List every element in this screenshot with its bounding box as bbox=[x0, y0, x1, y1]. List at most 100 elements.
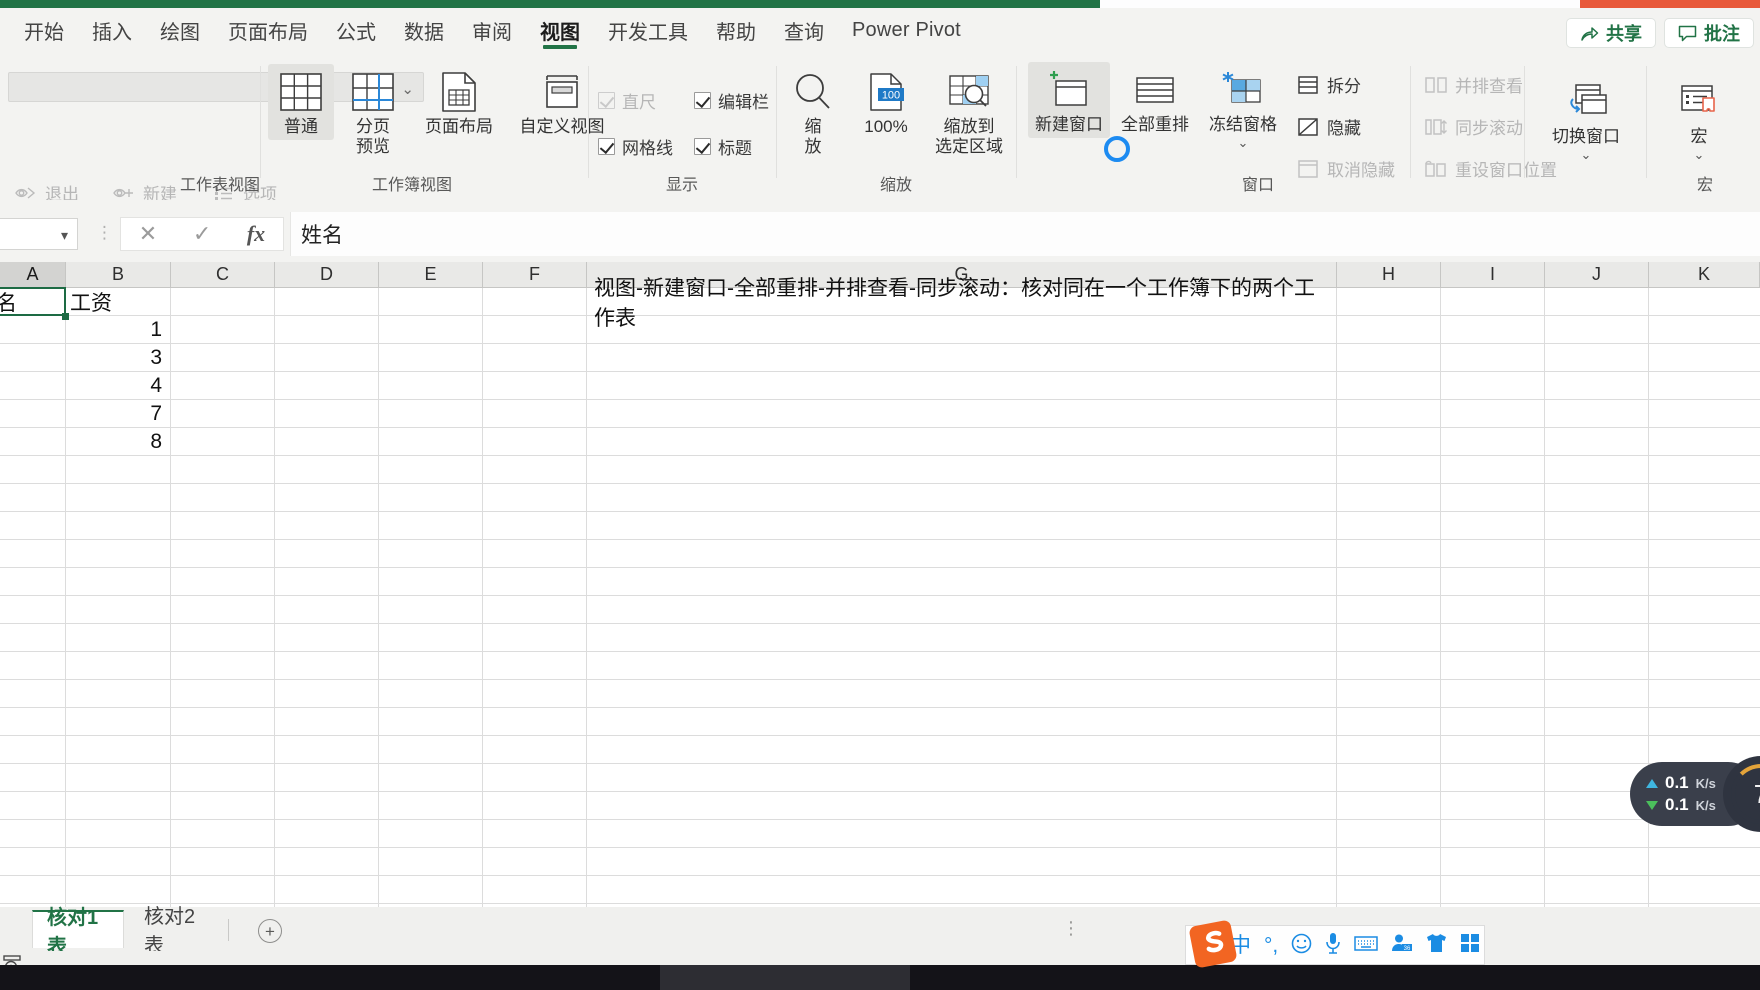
new-window-button[interactable]: 新建窗口 bbox=[1028, 62, 1110, 138]
freeze-panes-label: 冻结窗格 bbox=[1209, 115, 1277, 134]
user-icon[interactable]: 36 bbox=[1391, 933, 1413, 957]
column-header-h[interactable]: H bbox=[1337, 262, 1441, 288]
zoom-to-selection-icon bbox=[946, 69, 992, 115]
cell-b4[interactable]: 4 bbox=[66, 372, 170, 400]
fill-handle[interactable] bbox=[62, 313, 69, 320]
split-icon bbox=[1296, 73, 1320, 97]
cell-g1[interactable]: 视图-新建窗口-全部重排-并排查看-同步滚动：核对同在一个工作簿下的两个工作表 bbox=[590, 277, 1338, 330]
hide-command[interactable]: 隐藏 bbox=[1296, 114, 1361, 139]
cell-b6[interactable]: 8 bbox=[66, 428, 170, 456]
page-break-preview-button[interactable]: 分页 预览 bbox=[342, 64, 404, 159]
confirm-icon[interactable]: ✓ bbox=[193, 221, 211, 247]
column-header-j[interactable]: J bbox=[1545, 262, 1649, 288]
share-button[interactable]: 共享 bbox=[1566, 18, 1656, 48]
name-box[interactable]: ▾ bbox=[0, 218, 78, 250]
tab-data[interactable]: 数据 bbox=[390, 8, 458, 52]
share-icon bbox=[1580, 25, 1599, 42]
headings-checkbox-row[interactable]: 标题 bbox=[694, 134, 752, 159]
add-sheet-button[interactable]: + bbox=[258, 919, 282, 943]
switch-windows-button[interactable]: 切换窗口 ⌄ bbox=[1538, 74, 1634, 164]
zoom-to-selection-button[interactable]: 缩放到 选定区域 bbox=[928, 64, 1010, 159]
formula-bar-checkbox[interactable] bbox=[694, 92, 711, 109]
split-handle[interactable]: ⋮ bbox=[1062, 919, 1080, 936]
sogou-logo-icon[interactable] bbox=[1186, 917, 1240, 971]
toolbox-icon[interactable] bbox=[1460, 933, 1480, 957]
active-cell-selection bbox=[0, 287, 66, 316]
punctuation-icon[interactable]: °, bbox=[1264, 935, 1278, 956]
formula-bar-checkbox-row[interactable]: 编辑栏 bbox=[694, 88, 769, 113]
column-header-a[interactable]: A bbox=[0, 262, 66, 288]
arrange-all-button[interactable]: 全部重排 bbox=[1114, 62, 1196, 138]
chevron-down-icon[interactable]: ⌄ bbox=[1581, 148, 1592, 161]
tab-help[interactable]: 帮助 bbox=[702, 8, 770, 52]
tab-nav-corner[interactable] bbox=[0, 907, 28, 951]
tab-view[interactable]: 视图 bbox=[526, 8, 594, 52]
tab-review[interactable]: 审阅 bbox=[458, 8, 526, 52]
voice-input-icon[interactable] bbox=[1325, 932, 1341, 958]
tab-insert[interactable]: 插入 bbox=[78, 8, 146, 52]
split-command[interactable]: 拆分 bbox=[1296, 72, 1361, 97]
cell-b2[interactable]: 1 bbox=[66, 316, 170, 344]
column-header-e[interactable]: E bbox=[379, 262, 483, 288]
sheet-tab-1[interactable]: 核对1表 bbox=[32, 907, 124, 958]
switch-windows-icon bbox=[1563, 79, 1609, 125]
tab-developer[interactable]: 开发工具 bbox=[594, 8, 702, 52]
page-break-preview-icon bbox=[351, 69, 395, 115]
column-header-k[interactable]: K bbox=[1649, 262, 1760, 288]
headings-checkbox[interactable] bbox=[694, 138, 711, 155]
cancel-icon[interactable]: ✕ bbox=[139, 221, 157, 247]
insert-function-icon[interactable]: fx bbox=[247, 221, 265, 247]
macros-group-label: 宏 bbox=[1696, 177, 1713, 194]
gridlines-checkbox[interactable] bbox=[598, 138, 615, 155]
ribbon-divider bbox=[776, 66, 777, 178]
macros-button[interactable]: 宏 ⌄ bbox=[1664, 74, 1734, 164]
taskbar-active-window[interactable] bbox=[660, 965, 910, 990]
gridlines-checkbox-row[interactable]: 网格线 bbox=[598, 134, 673, 159]
excel-window: 开始 插入 绘图 页面布局 公式 数据 审阅 视图 开发工具 帮助 查询 Pow… bbox=[0, 0, 1760, 990]
download-speed-unit: K/s bbox=[1695, 797, 1716, 813]
synchronous-scrolling-command[interactable]: 同步滚动 bbox=[1424, 114, 1523, 139]
column-header-i[interactable]: I bbox=[1441, 262, 1545, 288]
column-header-c[interactable]: C bbox=[171, 262, 275, 288]
ribbon-tab-bar: 开始 插入 绘图 页面布局 公式 数据 审阅 视图 开发工具 帮助 查询 Pow… bbox=[0, 8, 1760, 52]
zoom-100-label: 100% bbox=[864, 117, 908, 136]
ruler-checkbox[interactable] bbox=[598, 92, 615, 109]
zoom-100-button[interactable]: 100 100% bbox=[850, 64, 922, 140]
soft-keyboard-icon[interactable] bbox=[1354, 935, 1378, 956]
cell-b3[interactable]: 3 bbox=[66, 344, 170, 372]
chevron-down-icon[interactable]: ▾ bbox=[61, 227, 68, 244]
chevron-down-icon[interactable]: ⌄ bbox=[1238, 136, 1249, 149]
sheet-tab-2[interactable]: 核对2表 bbox=[130, 906, 222, 957]
cells-area[interactable]: 名 工资 视图-新建窗口-全部重排-并排查看-同步滚动：核对同在一个工作簿下的两… bbox=[0, 277, 1760, 907]
formula-input[interactable]: 姓名 bbox=[290, 212, 1760, 256]
headings-label: 标题 bbox=[718, 139, 752, 158]
os-taskbar bbox=[0, 965, 1760, 990]
freeze-panes-button[interactable]: 冻结窗格 ⌄ bbox=[1200, 62, 1286, 152]
tab-draw[interactable]: 绘图 bbox=[146, 8, 214, 52]
show-group-label: 显示 bbox=[665, 177, 698, 194]
tab-query[interactable]: 查询 bbox=[770, 8, 838, 52]
tab-page-layout[interactable]: 页面布局 bbox=[214, 8, 322, 52]
chevron-down-icon[interactable]: ⌄ bbox=[1694, 148, 1705, 161]
zoom-button[interactable]: 缩放 bbox=[784, 64, 842, 159]
emoji-icon[interactable] bbox=[1291, 933, 1312, 958]
ruler-checkbox-row[interactable]: 直尺 bbox=[598, 88, 656, 113]
column-header-b[interactable]: B bbox=[66, 262, 171, 288]
tab-formulas[interactable]: 公式 bbox=[322, 8, 390, 52]
page-layout-button[interactable]: 页面布局 bbox=[410, 64, 508, 140]
cell-b5[interactable]: 7 bbox=[66, 400, 170, 428]
tab-home[interactable]: 开始 bbox=[10, 8, 78, 52]
tab-power-pivot[interactable]: Power Pivot bbox=[838, 8, 975, 52]
column-header-f[interactable]: F bbox=[483, 262, 587, 288]
normal-view-label: 普通 bbox=[284, 117, 318, 136]
formula-bar-grip[interactable]: ⋮ bbox=[96, 224, 113, 241]
title-bar-accent bbox=[0, 0, 1100, 8]
normal-view-button[interactable]: 普通 bbox=[268, 64, 334, 140]
skin-icon[interactable] bbox=[1426, 933, 1447, 957]
mouse-cursor-indicator bbox=[1104, 136, 1130, 162]
view-side-by-side-command[interactable]: 并排查看 bbox=[1424, 72, 1523, 97]
arrange-all-icon bbox=[1132, 67, 1178, 113]
column-header-d[interactable]: D bbox=[275, 262, 379, 288]
cell-b1[interactable]: 工资 bbox=[66, 288, 170, 316]
comments-button[interactable]: 批注 bbox=[1664, 18, 1754, 48]
